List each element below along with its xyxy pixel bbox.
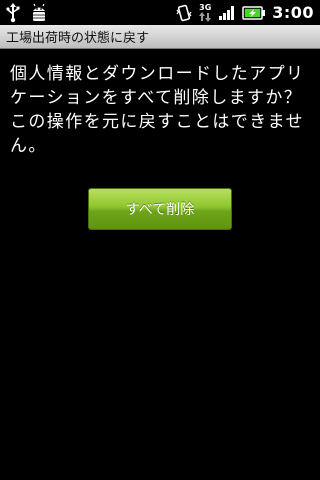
battery-charging-icon (242, 5, 266, 20)
erase-all-button-label: すべて削除 (125, 202, 195, 218)
status-bar: 3G 3:00 (0, 0, 320, 25)
network-type-label: 3G (199, 2, 212, 12)
page-title: 工場出荷時の状態に戻す (6, 31, 150, 46)
android-debug-icon (30, 3, 48, 23)
erase-all-button[interactable]: すべて削除 (88, 188, 232, 230)
reset-warning-message: 個人情報とダウンロードしたアプリケーションをすべて削除しますか？この操作を元に戻… (10, 64, 305, 156)
vibrate-icon (176, 4, 192, 22)
signal-icon (218, 5, 236, 21)
status-clock: 3:00 (272, 3, 314, 22)
factory-reset-screen: 3G 3:00 工場出荷時の状態に戻す 個人情報とダウンロードしたアプリケーショ… (0, 0, 320, 480)
3g-data-icon: 3G (198, 2, 212, 22)
usb-icon (6, 2, 20, 23)
system-icons: 3G 3:00 (176, 3, 320, 22)
title-bar: 工場出荷時の状態に戻す (0, 25, 320, 49)
notification-icons (0, 2, 48, 23)
